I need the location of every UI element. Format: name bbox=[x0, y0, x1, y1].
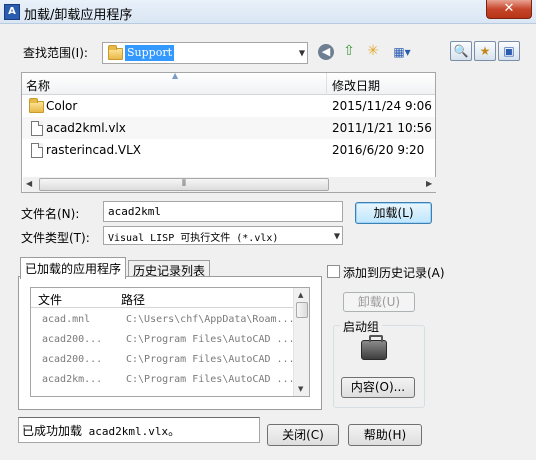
table-row[interactable]: acad2km... C:\Program Files\AutoCAD ... bbox=[31, 370, 293, 390]
unload-button[interactable]: 卸载(U) bbox=[343, 292, 415, 312]
column-name[interactable]: 名称 bbox=[26, 77, 50, 94]
column-separator bbox=[326, 73, 327, 95]
status-field: 已成功加载 acad2kml.vlx。 bbox=[18, 417, 260, 443]
row-path: C:\Program Files\AutoCAD ... bbox=[126, 374, 293, 385]
contents-button[interactable]: 内容(O)... bbox=[341, 377, 415, 398]
table-row[interactable] bbox=[31, 390, 293, 396]
row-path: C:\Program Files\AutoCAD ... bbox=[126, 334, 293, 345]
tab-history[interactable]: 历史记录列表 bbox=[128, 260, 210, 278]
add-history-checkbox[interactable] bbox=[327, 265, 340, 278]
filename-input[interactable]: acad2kml bbox=[103, 201, 343, 222]
column-date[interactable]: 修改日期 bbox=[332, 77, 380, 94]
list-item[interactable]: rasterincad.VLX 2016/6/20 9:20 bbox=[22, 139, 435, 161]
list-item[interactable]: acad2kml.vlx 2011/1/21 10:56 bbox=[22, 117, 435, 139]
load-button[interactable]: 加载(L) bbox=[355, 202, 432, 224]
window-close-button[interactable]: ✕ bbox=[486, 0, 532, 19]
file-icon bbox=[31, 121, 43, 136]
scroll-down-icon[interactable]: ▼ bbox=[298, 385, 303, 393]
table-row[interactable]: acad.mnl C:\Users\chf\AppData\Roam... bbox=[31, 310, 293, 330]
chevron-down-icon: ▼ bbox=[298, 48, 305, 58]
title-bar: A 加载/卸载应用程序 ✕ bbox=[0, 0, 536, 24]
add-history-label[interactable]: 添加到历史记录(A) bbox=[343, 264, 445, 281]
views-icon[interactable]: ▦▾ bbox=[388, 44, 416, 60]
lookin-label: 查找范围(I): bbox=[23, 46, 88, 60]
scroll-up-icon[interactable]: ▲ bbox=[298, 291, 303, 299]
list-item[interactable]: Color 2015/11/24 9:06 bbox=[22, 95, 435, 117]
loaded-apps-list[interactable]: 文件 路径 acad.mnl C:\Users\chf\AppData\Roam… bbox=[30, 287, 310, 397]
column-file[interactable]: 文件 bbox=[38, 291, 62, 308]
item-name: rasterincad.VLX bbox=[46, 143, 141, 157]
status-prefix: 已成功加载 bbox=[22, 424, 83, 438]
window-title: 加载/卸载应用程序 bbox=[24, 8, 133, 23]
chevron-down-icon: ▼ bbox=[333, 231, 340, 240]
item-name: Color bbox=[46, 99, 78, 113]
folder-icon bbox=[108, 45, 123, 60]
filetype-select[interactable]: Visual LISP 可执行文件 (*.vlx) ▼ bbox=[103, 226, 343, 245]
file-list-header: ▲ 名称 修改日期 bbox=[22, 71, 435, 95]
lookin-combo[interactable]: Support ▼ bbox=[102, 42, 308, 64]
tab-loaded[interactable]: 已加载的应用程序 bbox=[20, 257, 126, 279]
folder-icon bbox=[29, 98, 44, 113]
filetype-label: 文件类型(T): bbox=[21, 231, 90, 245]
scroll-right-icon[interactable]: ▶ bbox=[426, 179, 432, 188]
file-icon bbox=[31, 143, 43, 158]
new-folder-icon[interactable]: ✳ bbox=[364, 43, 382, 59]
file-list[interactable]: ▲ 名称 修改日期 Color 2015/11/24 9:06 acad2kml… bbox=[21, 71, 436, 193]
sort-asc-icon: ▲ bbox=[172, 71, 179, 80]
item-name: acad2kml.vlx bbox=[46, 121, 126, 135]
scroll-left-icon[interactable]: ◀ bbox=[26, 179, 32, 188]
status-file: acad2kml.vlx bbox=[88, 425, 169, 438]
row-path: C:\Users\chf\AppData\Roam... bbox=[126, 314, 293, 325]
item-date: 2016/6/20 9:20 bbox=[332, 143, 425, 157]
startup-group-title: 启动组 bbox=[340, 318, 383, 335]
up-folder-icon[interactable]: ⇧ bbox=[340, 43, 358, 59]
app-icon: A bbox=[4, 4, 20, 20]
find-icon[interactable]: 🔍 bbox=[450, 41, 472, 61]
vertical-scrollbar[interactable]: ▲ ▼ bbox=[293, 288, 309, 396]
scroll-thumb[interactable] bbox=[296, 302, 308, 318]
loaded-list-header: 文件 路径 bbox=[31, 288, 293, 308]
lookin-value: Support bbox=[125, 45, 175, 61]
briefcase-icon bbox=[361, 335, 387, 360]
row-file: acad200... bbox=[42, 334, 103, 345]
status-suffix: 。 bbox=[168, 424, 181, 438]
close-icon: ✕ bbox=[503, 1, 515, 16]
favorites-icon[interactable]: ★ bbox=[474, 41, 496, 61]
row-path: C:\Program Files\AutoCAD ... bbox=[126, 354, 293, 365]
close-button[interactable]: 关闭(C) bbox=[267, 424, 339, 446]
table-row[interactable]: acad200... C:\Program Files\AutoCAD ... bbox=[31, 330, 293, 350]
back-icon[interactable]: ◀ bbox=[318, 44, 334, 60]
table-row[interactable]: acad200... C:\Program Files\AutoCAD ... bbox=[31, 350, 293, 370]
horizontal-scrollbar[interactable]: ◀ ⦀ ▶ bbox=[23, 177, 436, 192]
tools-icon[interactable]: ▣ bbox=[498, 41, 520, 61]
filetype-value: Visual LISP 可执行文件 (*.vlx) bbox=[108, 233, 279, 244]
column-path[interactable]: 路径 bbox=[121, 291, 145, 308]
item-date: 2015/11/24 9:06 bbox=[332, 99, 432, 113]
help-button[interactable]: 帮助(H) bbox=[348, 424, 422, 446]
filename-label: 文件名(N): bbox=[21, 207, 80, 221]
loaded-panel: 文件 路径 acad.mnl C:\Users\chf\AppData\Roam… bbox=[18, 276, 322, 410]
row-file: acad.mnl bbox=[42, 314, 91, 325]
row-file: acad2km... bbox=[42, 374, 103, 385]
item-date: 2011/1/21 10:56 bbox=[332, 121, 432, 135]
scroll-thumb[interactable]: ⦀ bbox=[39, 178, 329, 191]
row-file: acad200... bbox=[42, 354, 103, 365]
